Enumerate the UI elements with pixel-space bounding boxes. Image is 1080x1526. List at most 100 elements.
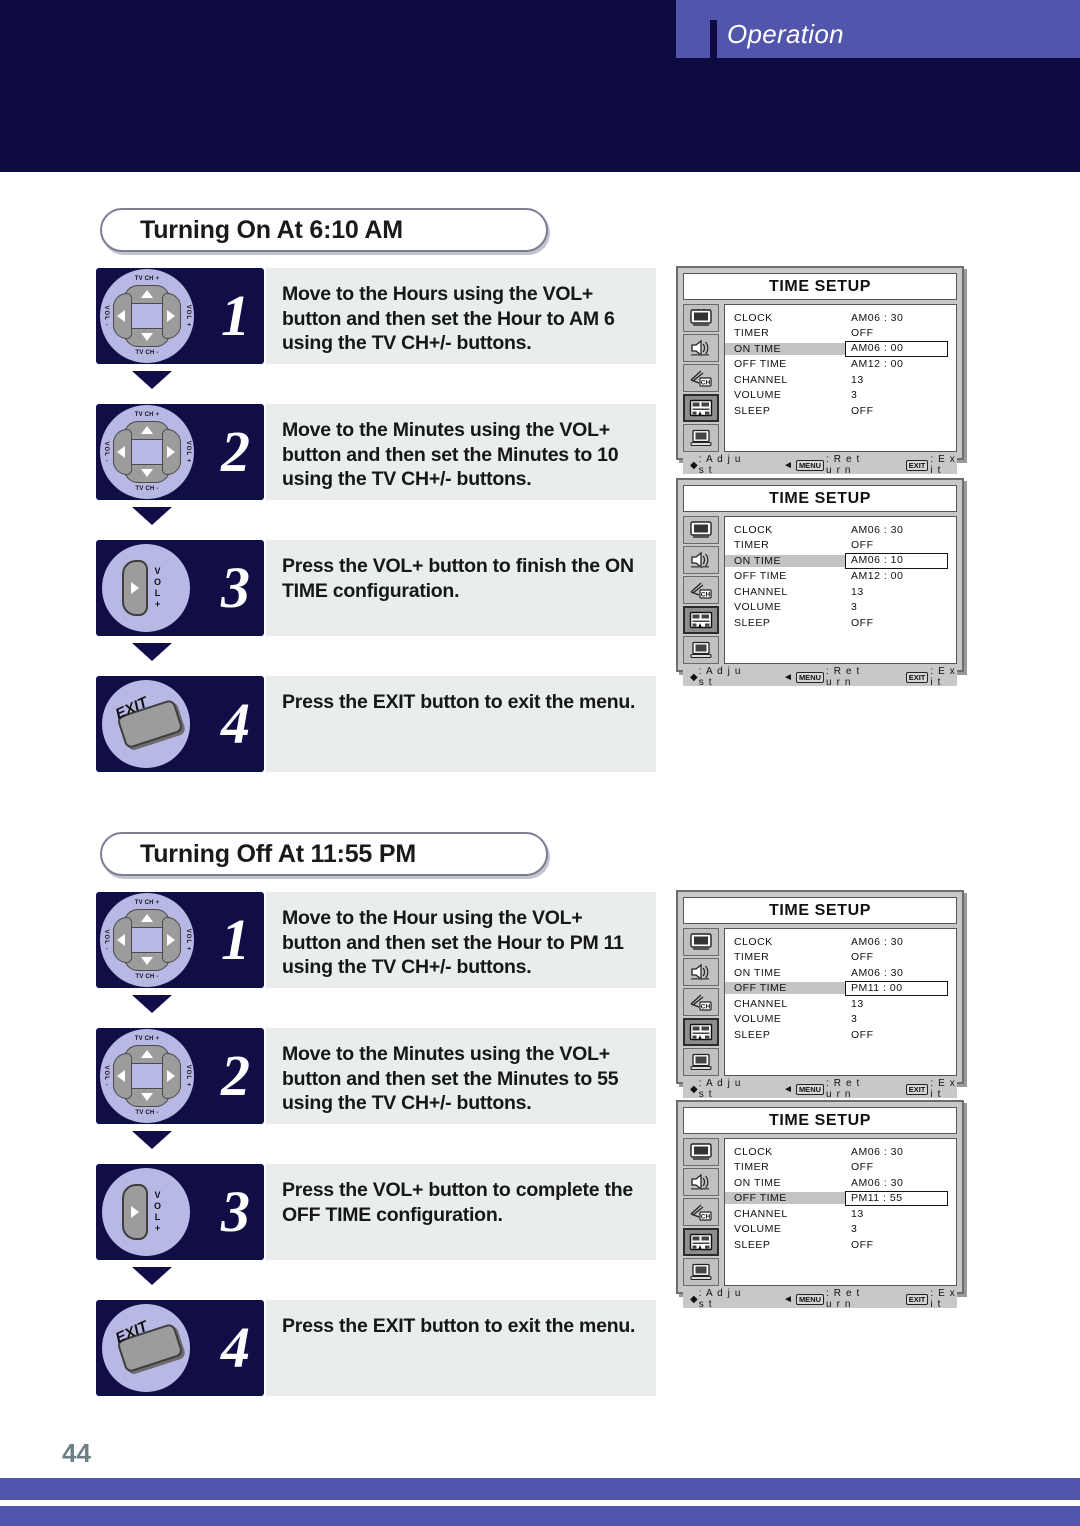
osd-row[interactable]: CLOCK AM06 : 30 [725,1144,956,1160]
dpad-up-label: TV CH + [134,1036,160,1042]
antenna-channel-icon[interactable]: CH [683,364,719,392]
osd-row-value: AM12 : 00 [851,570,904,583]
osd-return-label: : R e t u r n [826,1078,861,1100]
dpad-knob[interactable]: TV CH + TV CH - VOL - VOL + [100,269,194,363]
osd-row[interactable]: CLOCK AM06 : 30 [725,522,956,538]
osd-row[interactable]: TIMER OFF [725,538,956,554]
osd-row-value: AM06 : 30 [851,523,904,536]
dpad-right-button[interactable] [162,1053,181,1099]
osd-row-label: CHANNEL [734,1207,788,1220]
osd-row[interactable]: SLEEP OFF [725,1027,956,1043]
osd-row-selected[interactable]: ON TIME AM06 : 00 [725,341,956,357]
osd-adjust-hint: ◆: A d j u s t [690,1078,745,1100]
osd-row-selected[interactable]: OFF TIME PM11 : 55 [725,1190,956,1206]
vol-up-button[interactable] [122,560,148,616]
step-instruction-text: Press the EXIT button to exit the menu. [282,691,636,713]
osd-row[interactable]: CHANNEL 13 [725,996,956,1012]
speaker-audio-icon[interactable] [683,958,719,986]
pc-monitor-icon[interactable] [683,636,719,664]
tv-picture-icon[interactable] [683,516,719,544]
timer-clock-icon[interactable] [683,1018,719,1046]
osd-row-value: OFF [851,616,874,629]
tv-picture-icon[interactable] [683,304,719,332]
osd-row[interactable]: TIMER OFF [725,326,956,342]
osd-row[interactable]: CHANNEL 13 [725,584,956,600]
osd-row-value: AM06 : 00 [845,341,948,357]
osd-row[interactable]: VOLUME 3 [725,1222,956,1238]
osd-row[interactable]: OFF TIME AM12 : 00 [725,357,956,373]
osd-row-value: OFF [851,404,874,417]
exit-knob[interactable]: EXIT [102,1304,190,1392]
osd-row[interactable]: ON TIME AM06 : 30 [725,1175,956,1191]
step-number: 1 [221,907,250,972]
osd-row-label: CLOCK [734,1145,773,1158]
page-number: 44 [62,1438,91,1468]
osd-row[interactable]: CHANNEL 13 [725,372,956,388]
pc-monitor-icon[interactable] [683,1258,719,1286]
antenna-channel-icon[interactable]: CH [683,988,719,1016]
dpad-down-label: TV CH - [135,350,159,356]
osd-row[interactable]: ON TIME AM06 : 30 [725,965,956,981]
dpad-right-button[interactable] [162,293,181,339]
pc-monitor-icon[interactable] [683,1048,719,1076]
step-badge-2-4: EXIT 4 [96,1300,264,1396]
dpad-right-button[interactable] [162,917,181,963]
vol-knob[interactable]: V O L + [102,544,190,632]
dpad-left-label: VOL - [103,1065,109,1087]
vol-up-button[interactable] [122,1184,148,1240]
osd-row-value: AM12 : 00 [851,358,904,371]
osd-row[interactable]: CLOCK AM06 : 30 [725,934,956,950]
step-badge-1-4: EXIT 4 [96,676,264,772]
dpad-left-button[interactable] [113,293,132,339]
speaker-audio-icon[interactable] [683,334,719,362]
osd-exit-hint: EXIT: E x i t [904,1078,957,1100]
osd-row[interactable]: VOLUME 3 [725,1012,956,1028]
tv-picture-icon[interactable] [683,928,719,956]
osd-row[interactable]: OFF TIME AM12 : 00 [725,569,956,585]
dpad-knob[interactable]: TV CH + TV CH - VOL - VOL + [100,893,194,987]
pc-monitor-icon[interactable] [683,424,719,452]
osd-row-selected[interactable]: OFF TIME PM11 : 00 [725,980,956,996]
antenna-channel-icon[interactable]: CH [683,1198,719,1226]
osd-row[interactable]: SLEEP OFF [725,1237,956,1253]
svg-text:CH: CH [701,380,711,387]
dpad-left-button[interactable] [113,1053,132,1099]
timer-clock-icon[interactable] [683,606,719,634]
osd-row-label: SLEEP [734,1028,771,1041]
speaker-audio-icon[interactable] [683,546,719,574]
osd-row-label: CHANNEL [734,997,788,1010]
osd-row-value: OFF [851,1161,874,1174]
osd-row[interactable]: SLEEP OFF [725,403,956,419]
speaker-audio-icon[interactable] [683,1168,719,1196]
exit-knob[interactable]: EXIT [102,680,190,768]
dpad-knob[interactable]: TV CH + TV CH - VOL - VOL + [100,405,194,499]
osd-exit-label: : E x i t [930,666,956,688]
exit-key-badge: EXIT [905,1293,929,1305]
arrow-left-icon [117,1070,125,1082]
arrow-down-icon [141,1093,153,1101]
antenna-channel-icon[interactable]: CH [683,576,719,604]
osd-row[interactable]: CHANNEL 13 [725,1206,956,1222]
arrow-left-icon [117,446,125,458]
timer-clock-icon[interactable] [683,1228,719,1256]
osd-row[interactable]: SLEEP OFF [725,615,956,631]
dpad-knob[interactable]: TV CH + TV CH - VOL - VOL + [100,1029,194,1123]
exit-key-badge: EXIT [905,671,929,683]
osd-row-selected[interactable]: ON TIME AM06 : 10 [725,553,956,569]
osd-row[interactable]: VOLUME 3 [725,388,956,404]
osd-title: TIME SETUP [683,485,957,512]
osd-row-list: CLOCK AM06 : 30 TIMER OFF ON TIME AM06 : 10… [724,516,957,664]
vol-knob[interactable]: V O L + [102,1168,190,1256]
page-title: Operation [727,19,844,49]
dpad-left-button[interactable] [113,429,132,475]
osd-row-value: 13 [851,373,864,386]
osd-row[interactable]: TIMER OFF [725,950,956,966]
dpad-left-button[interactable] [113,917,132,963]
timer-clock-icon[interactable] [683,394,719,422]
tv-picture-icon[interactable] [683,1138,719,1166]
osd-row-value: AM06 : 30 [851,935,904,948]
dpad-right-button[interactable] [162,429,181,475]
osd-row[interactable]: CLOCK AM06 : 30 [725,310,956,326]
osd-row[interactable]: TIMER OFF [725,1160,956,1176]
osd-row[interactable]: VOLUME 3 [725,600,956,616]
